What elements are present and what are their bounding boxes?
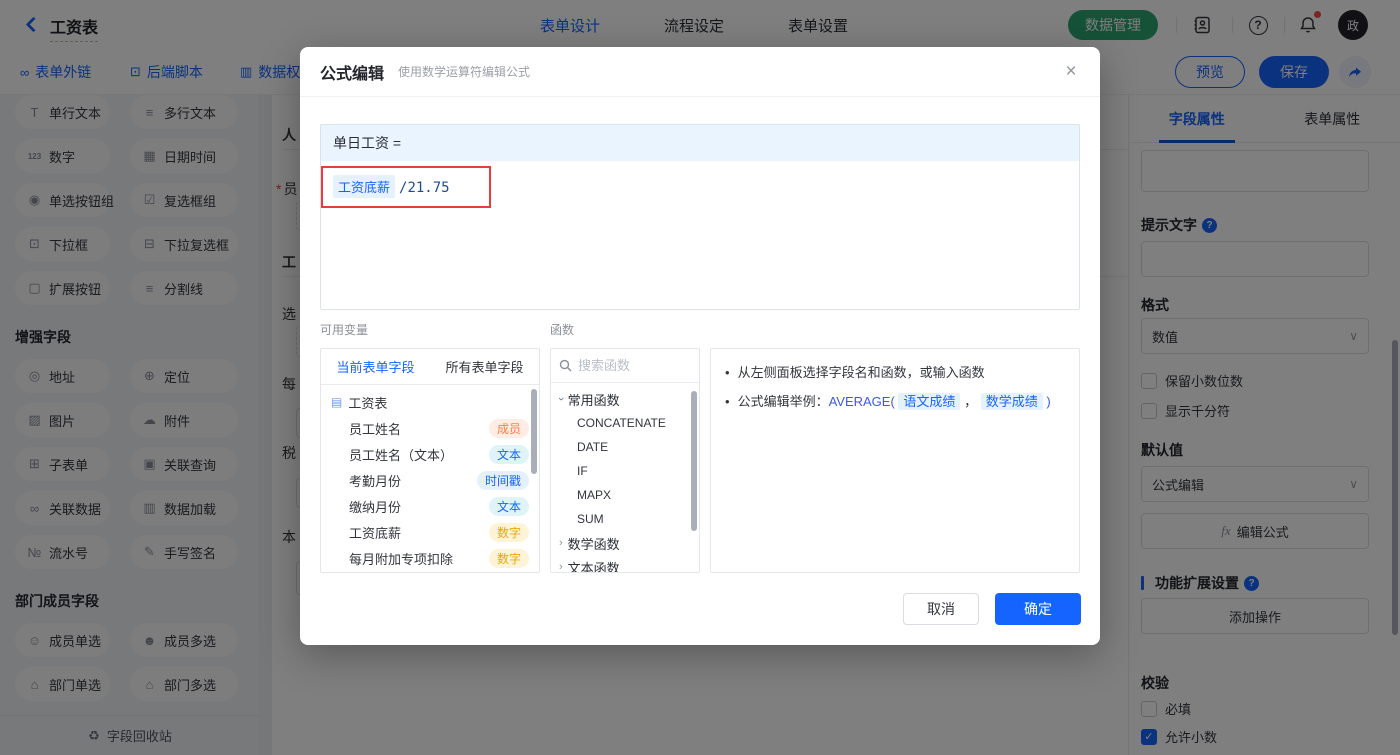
- functions-panel: ›常用函数 CONCATENATE DATE IF MAPX SUM ›数学函数…: [550, 348, 700, 573]
- formula-target: 单日工资 =: [321, 125, 1079, 161]
- variables-section-label: 可用变量: [320, 323, 369, 337]
- modal-subtitle: 使用数学运算符编辑公式: [398, 65, 531, 79]
- help-tip-2: • 公式编辑举例：AVERAGE( 语文成绩 ， 数学成绩 ): [725, 393, 1051, 410]
- modal-header: 公式编辑 使用数学运算符编辑公式: [300, 47, 1100, 97]
- help-tip-1: • 从左侧面板选择字段名和函数，或输入函数: [725, 365, 985, 380]
- chevron-down-icon: ›: [554, 397, 567, 401]
- function-search: [551, 349, 699, 383]
- tab-current-form-fields[interactable]: 当前表单字段: [321, 349, 430, 384]
- function-name-sample: AVERAGE(: [828, 394, 895, 409]
- variables-tabs: 当前表单字段 所有表单字段: [321, 349, 539, 385]
- variables-scrollbar[interactable]: [531, 389, 537, 474]
- formula-expression: /21.75: [399, 180, 450, 196]
- function-item[interactable]: IF: [551, 459, 699, 483]
- variables-panel: 当前表单字段 所有表单字段 ▤ 工资表 员工姓名 成员 员工姓名（文本） 文本 考勤…: [320, 348, 540, 573]
- field-type-tag: 数字: [488, 548, 529, 568]
- cancel-button[interactable]: 取消: [903, 593, 979, 625]
- function-item[interactable]: MAPX: [551, 483, 699, 507]
- formula-help-panel: • 从左侧面板选择字段名和函数，或输入函数 • 公式编辑举例：AVERAGE( …: [710, 348, 1080, 573]
- functions-scrollbar[interactable]: [691, 391, 697, 531]
- variable-row[interactable]: 每月附加专项扣除 数字: [321, 545, 539, 571]
- field-type-tag: 文本: [488, 444, 529, 464]
- function-item[interactable]: DATE: [551, 435, 699, 459]
- confirm-button[interactable]: 确定: [995, 593, 1081, 625]
- document-icon: ▤: [331, 395, 343, 409]
- chevron-right-icon: ›: [559, 537, 563, 549]
- group-text-functions[interactable]: › 文本函数: [551, 555, 699, 573]
- formula-edit-modal: 公式编辑 使用数学运算符编辑公式 × 单日工资 = 工资底薪/21.75 可用变…: [300, 47, 1100, 645]
- functions-section-label: 函数: [550, 323, 575, 337]
- variable-row[interactable]: 员工姓名 成员: [321, 415, 539, 441]
- field-type-tag: 文本: [488, 496, 529, 516]
- function-search-input[interactable]: [578, 358, 678, 373]
- tab-all-form-fields[interactable]: 所有表单字段: [430, 349, 539, 384]
- close-icon[interactable]: ×: [1058, 59, 1084, 85]
- sample-field-chip: 语文成绩: [898, 393, 961, 410]
- modal-title: 公式编辑: [320, 65, 385, 83]
- tree-root-form[interactable]: ▤ 工资表: [321, 389, 539, 415]
- group-common-functions[interactable]: › 常用函数: [551, 387, 699, 411]
- field-chip[interactable]: 工资底薪: [333, 175, 396, 198]
- variable-row[interactable]: 员工姓名（文本） 文本: [321, 441, 539, 467]
- formula-editor: 单日工资 = 工资底薪/21.75: [320, 124, 1080, 310]
- variable-row[interactable]: 缴纳月份 文本: [321, 493, 539, 519]
- app-root: 工资表 表单设计 流程设定 表单设置 数据管理 ? 政 ∞ 表单外链 ⊡ 后端脚…: [0, 0, 1400, 755]
- group-math-functions[interactable]: › 数学函数: [551, 531, 699, 555]
- field-type-tag: 时间戳: [476, 470, 529, 490]
- field-type-tag: 数字: [488, 522, 529, 542]
- search-icon: [559, 359, 572, 372]
- field-type-tag: 成员: [488, 418, 529, 438]
- function-tree: › 常用函数 CONCATENATE DATE IF MAPX SUM › 数学函数…: [551, 383, 699, 573]
- function-item[interactable]: SUM: [551, 507, 699, 531]
- variable-row[interactable]: 考勤月份 时间戳: [321, 467, 539, 493]
- function-item[interactable]: CONCATENATE: [551, 411, 699, 435]
- formula-input-area[interactable]: 工资底薪/21.75: [321, 161, 1079, 309]
- sample-field-chip: 数学成绩: [980, 393, 1043, 410]
- chevron-right-icon: ›: [559, 561, 563, 573]
- variable-row[interactable]: 工资底薪 数字: [321, 519, 539, 545]
- variables-tree: ▤ 工资表 员工姓名 成员 员工姓名（文本） 文本 考勤月份 时间戳 缴纳月份 文本 工…: [321, 385, 539, 571]
